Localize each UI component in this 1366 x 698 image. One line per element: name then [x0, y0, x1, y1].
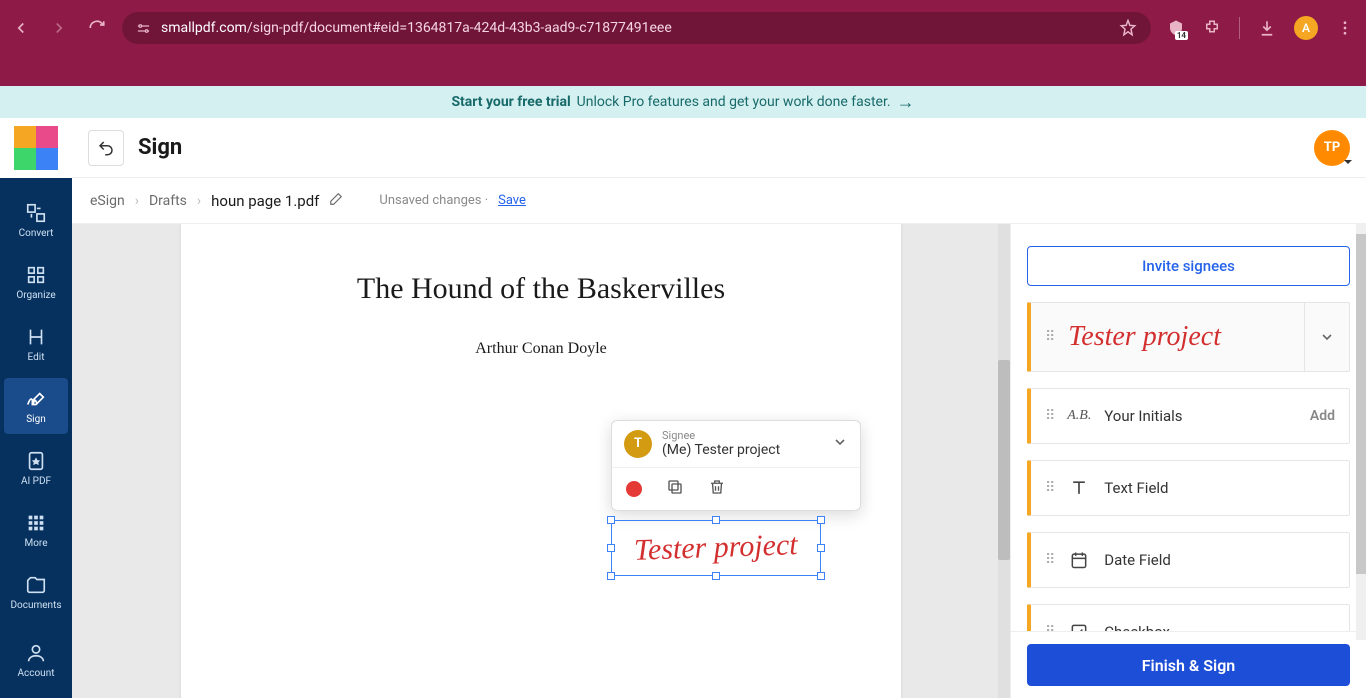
calendar-icon	[1068, 550, 1090, 570]
back-icon[interactable]	[12, 19, 30, 37]
field-checkbox[interactable]: ⠿ Checkbox	[1027, 604, 1350, 631]
field-label: Your Initials	[1104, 407, 1296, 425]
resize-handle[interactable]	[607, 516, 615, 524]
extension-count: 14	[1175, 31, 1188, 40]
forward-icon	[50, 19, 68, 37]
field-signature[interactable]: ⠿ Tester project	[1027, 302, 1350, 372]
trial-banner-text: Unlock Pro features and get your work do…	[577, 94, 891, 110]
resize-handle[interactable]	[817, 572, 825, 580]
save-link[interactable]: Save	[498, 193, 526, 208]
browser-profile-avatar[interactable]: A	[1294, 16, 1318, 40]
url-host: smallpdf.com	[161, 20, 247, 36]
crumb-filename: houn page 1.pdf	[211, 192, 319, 210]
doc-author: Arthur Conan Doyle	[181, 340, 901, 358]
drag-handle-icon[interactable]: ⠿	[1045, 552, 1054, 568]
rename-icon[interactable]	[329, 192, 343, 210]
color-picker[interactable]	[626, 481, 642, 497]
resize-handle[interactable]	[712, 516, 720, 524]
field-date[interactable]: ⠿ Date Field	[1027, 532, 1350, 588]
resize-handle[interactable]	[607, 572, 615, 580]
doc-title: The Hound of the Baskervilles	[181, 224, 901, 306]
field-label: Date Field	[1104, 551, 1335, 569]
signature-preview: Tester project	[1068, 321, 1290, 353]
resize-handle[interactable]	[712, 572, 720, 580]
panel-scrollbar-thumb[interactable]	[1356, 234, 1366, 574]
breadcrumb: eSign › Drafts › houn page 1.pdf Unsaved…	[72, 178, 1366, 224]
signature-text: Tester project	[634, 528, 799, 568]
delete-icon[interactable]	[708, 478, 726, 500]
canvas-scrollbar-thumb[interactable]	[998, 360, 1010, 560]
downloads-icon[interactable]	[1258, 19, 1276, 37]
page-title: Sign	[138, 135, 182, 160]
extension-icon[interactable]: 14	[1167, 19, 1185, 37]
arrow-right-icon: →	[897, 92, 915, 113]
url-path: /sign-pdf/document#eid=1364817a-424d-43b…	[247, 20, 672, 36]
resize-handle[interactable]	[607, 544, 615, 552]
drag-handle-icon[interactable]: ⠿	[1045, 480, 1054, 496]
pdf-page[interactable]: The Hound of the Baskervilles Arthur Con…	[181, 224, 901, 698]
field-label: Checkbox	[1104, 623, 1335, 631]
rail-edit[interactable]: Edit	[4, 316, 68, 372]
site-settings-icon[interactable]	[136, 21, 151, 36]
finish-sign-button[interactable]: Finish & Sign	[1027, 644, 1350, 686]
rail-organize[interactable]: Organize	[4, 254, 68, 310]
rail-account[interactable]: Account	[4, 632, 68, 688]
crumb-esign[interactable]: eSign	[90, 193, 125, 209]
user-menu[interactable]: TP	[1314, 130, 1350, 166]
undo-button[interactable]	[88, 130, 124, 166]
drag-handle-icon[interactable]: ⠿	[1045, 408, 1054, 424]
crumb-drafts[interactable]: Drafts	[149, 193, 187, 209]
field-label: Text Field	[1104, 479, 1335, 497]
chevron-down-icon[interactable]	[832, 434, 848, 454]
resize-handle[interactable]	[817, 516, 825, 524]
initials-icon: A.B.	[1068, 408, 1090, 424]
add-initials-button[interactable]: Add	[1310, 408, 1335, 424]
signee-dropdown[interactable]: T Signee (Me) Tester project	[612, 421, 860, 467]
browser-menu-icon[interactable]	[1336, 19, 1354, 37]
rail-ai-pdf[interactable]: AI PDF	[4, 440, 68, 496]
bookmark-icon[interactable]	[1119, 19, 1137, 37]
reload-icon[interactable]	[88, 19, 106, 37]
drag-handle-icon[interactable]: ⠿	[1045, 624, 1054, 631]
placed-signature[interactable]: Tester project	[611, 520, 821, 576]
save-status: Unsaved changes ·	[379, 193, 488, 208]
trial-banner[interactable]: Start your free trial Unlock Pro feature…	[0, 86, 1366, 118]
rail-more[interactable]: More	[4, 502, 68, 558]
checkbox-icon	[1068, 622, 1090, 631]
rail-sign[interactable]: Sign	[4, 378, 68, 434]
signee-avatar: T	[624, 430, 652, 458]
invite-signees-button[interactable]: Invite signees	[1027, 246, 1350, 286]
smallpdf-logo[interactable]	[14, 126, 58, 170]
signature-toolbar: T Signee (Me) Tester project	[611, 420, 861, 511]
text-icon	[1068, 478, 1090, 498]
field-text[interactable]: ⠿ Text Field	[1027, 460, 1350, 516]
field-initials[interactable]: ⠿ A.B. Your Initials Add	[1027, 388, 1350, 444]
signee-name: (Me) Tester project	[662, 442, 822, 459]
url-bar[interactable]: smallpdf.com/sign-pdf/document#eid=13648…	[122, 12, 1151, 44]
rail-documents[interactable]: Documents	[4, 564, 68, 620]
extensions-menu-icon[interactable]	[1203, 19, 1221, 37]
document-canvas[interactable]: The Hound of the Baskervilles Arthur Con…	[72, 224, 1010, 698]
trial-banner-bold: Start your free trial	[451, 94, 570, 110]
duplicate-icon[interactable]	[666, 478, 684, 500]
drag-handle-icon[interactable]: ⠿	[1045, 329, 1054, 345]
rail-convert[interactable]: Convert	[4, 192, 68, 248]
signee-label: Signee	[662, 429, 822, 442]
resize-handle[interactable]	[817, 544, 825, 552]
chevron-down-icon[interactable]	[1304, 303, 1335, 371]
